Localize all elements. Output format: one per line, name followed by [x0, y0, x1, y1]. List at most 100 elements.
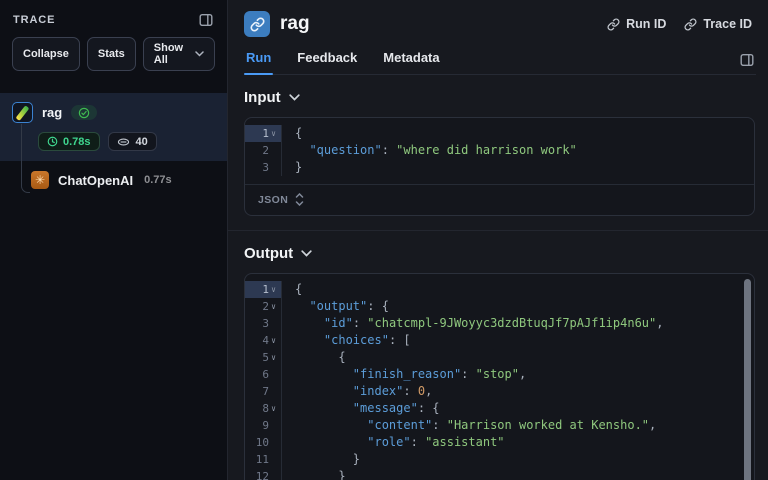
fold-chevron-icon[interactable]: ∨ — [269, 281, 278, 298]
output-scrollbar[interactable] — [744, 279, 751, 480]
chevron-down-icon — [195, 51, 204, 57]
line-gutter: 6 — [245, 366, 282, 383]
fold-chevron-icon[interactable]: ∨ — [269, 349, 278, 366]
code-line: 1∨{ — [245, 281, 754, 298]
output-editor[interactable]: 1∨{2∨ "output": {3 "id": "chatcmpl-9JWoy… — [245, 274, 754, 480]
code-text: } — [282, 451, 360, 468]
code-line: 12 } — [245, 468, 754, 480]
fold-chevron-icon[interactable]: ∨ — [269, 400, 278, 417]
tab-metadata[interactable]: Metadata — [383, 50, 439, 74]
tree-node-rag[interactable]: rag 0.78s — [0, 93, 227, 161]
chevron-down-icon — [289, 94, 300, 101]
line-gutter: 3 — [245, 159, 282, 176]
code-line: 9 "content": "Harrison worked at Kensho.… — [245, 417, 754, 434]
code-text: "content": "Harrison worked at Kensho.", — [282, 417, 656, 434]
success-status-badge — [71, 105, 97, 120]
code-line: 5∨ { — [245, 349, 754, 366]
trace-panel-title: TRACE — [13, 14, 55, 26]
tab-feedback[interactable]: Feedback — [297, 50, 357, 74]
link-icon — [607, 18, 620, 31]
input-section-header[interactable]: Input — [244, 89, 755, 106]
code-line: 7 "index": 0, — [245, 383, 754, 400]
langsmith-trace-view: TRACE Collapse Stats Show All — [0, 0, 768, 480]
code-text: { — [282, 281, 302, 298]
chatopenai-latency: 0.77s — [144, 174, 172, 186]
code-text: "choices": [ — [282, 332, 411, 349]
trace-id-label: Trace ID — [703, 17, 752, 31]
line-gutter: 8∨ — [245, 400, 282, 417]
code-text: } — [282, 468, 346, 480]
code-line: 3 "id": "chatcmpl-9JWoyyc3dzdBtuqJf7pAJf… — [245, 315, 754, 332]
sidebar-header: TRACE — [0, 0, 227, 34]
collapse-detail-panel-icon[interactable] — [740, 53, 756, 74]
output-code-box: 1∨{2∨ "output": {3 "id": "chatcmpl-9JWoy… — [244, 273, 755, 480]
run-detail-panel: rag Run ID Trace ID — [228, 0, 768, 480]
stats-button[interactable]: Stats — [87, 37, 136, 71]
tree-connector-line — [21, 124, 30, 193]
output-section-header[interactable]: Output — [244, 245, 755, 262]
trace-sidebar: TRACE Collapse Stats Show All — [0, 0, 228, 480]
collapse-button-label: Collapse — [23, 48, 69, 60]
line-gutter: 2 — [245, 142, 282, 159]
output-section-title: Output — [244, 245, 293, 262]
code-text: "role": "assistant" — [282, 434, 505, 451]
run-id-label: Run ID — [626, 17, 666, 31]
chevron-down-icon — [301, 250, 312, 257]
chain-link-icon — [244, 11, 270, 37]
output-section: Output 1∨{2∨ "output": {3 "id": "chatcmp… — [228, 231, 768, 480]
tree-node-chatopenai[interactable]: ✳ ChatOpenAI 0.77s — [0, 161, 227, 198]
token-count-badge: 40 — [108, 132, 157, 151]
code-text: "id": "chatcmpl-9JWoyyc3dzdBtuqJf7pAJf1i… — [282, 315, 663, 332]
code-line: 4∨ "choices": [ — [245, 332, 754, 349]
line-gutter: 1∨ — [245, 125, 282, 142]
tokens-icon — [117, 137, 130, 147]
line-gutter: 12 — [245, 468, 282, 480]
line-gutter: 7 — [245, 383, 282, 400]
code-line: 10 "role": "assistant" — [245, 434, 754, 451]
node-label-chatopenai: ChatOpenAI — [58, 173, 133, 188]
code-text: "message": { — [282, 400, 440, 417]
code-line: 8∨ "message": { — [245, 400, 754, 417]
input-editor[interactable]: 1∨{2 "question": "where did harrison wor… — [245, 118, 754, 184]
page-title: rag — [280, 13, 310, 35]
fold-chevron-icon[interactable]: ∨ — [269, 332, 278, 349]
node-label-rag: rag — [42, 105, 62, 120]
format-select-chevrons-icon[interactable] — [295, 193, 304, 206]
line-gutter: 4∨ — [245, 332, 282, 349]
tab-run[interactable]: Run — [246, 50, 271, 74]
sidebar-toolbar: Collapse Stats Show All — [0, 34, 227, 83]
line-gutter: 5∨ — [245, 349, 282, 366]
line-gutter: 10 — [245, 434, 282, 451]
fold-chevron-icon[interactable]: ∨ — [269, 298, 278, 315]
token-count-value: 40 — [136, 136, 148, 148]
openai-icon: ✳ — [31, 171, 49, 189]
show-all-label: Show All — [154, 42, 190, 66]
trace-id-link[interactable]: Trace ID — [684, 17, 752, 31]
code-text: { — [282, 125, 302, 142]
code-line: 2 "question": "where did harrison work" — [245, 142, 754, 159]
input-code-box: 1∨{2 "question": "where did harrison wor… — [244, 117, 755, 216]
code-line: 2∨ "output": { — [245, 298, 754, 315]
code-text: "question": "where did harrison work" — [282, 142, 577, 159]
fold-chevron-icon[interactable]: ∨ — [269, 125, 278, 142]
line-gutter: 9 — [245, 417, 282, 434]
code-line: 11 } — [245, 451, 754, 468]
code-line: 6 "finish_reason": "stop", — [245, 366, 754, 383]
collapse-button[interactable]: Collapse — [12, 37, 80, 71]
input-section: Input 1∨{2 "question": "where did harris… — [228, 75, 768, 230]
link-icon — [684, 18, 697, 31]
code-text: } — [282, 159, 302, 176]
run-header: rag Run ID Trace ID — [228, 0, 768, 75]
stats-button-label: Stats — [98, 48, 125, 60]
line-gutter: 11 — [245, 451, 282, 468]
run-tree: rag 0.78s — [0, 93, 227, 198]
collapse-panel-icon[interactable] — [199, 13, 213, 27]
code-text: { — [282, 349, 346, 366]
input-format-bar: JSON — [245, 184, 754, 215]
run-tabs: Run Feedback Metadata — [244, 50, 756, 75]
show-all-dropdown[interactable]: Show All — [143, 37, 215, 71]
format-select-label: JSON — [258, 194, 288, 206]
run-id-link[interactable]: Run ID — [607, 17, 666, 31]
code-text: "finish_reason": "stop", — [282, 366, 526, 383]
code-text: "index": 0, — [282, 383, 432, 400]
